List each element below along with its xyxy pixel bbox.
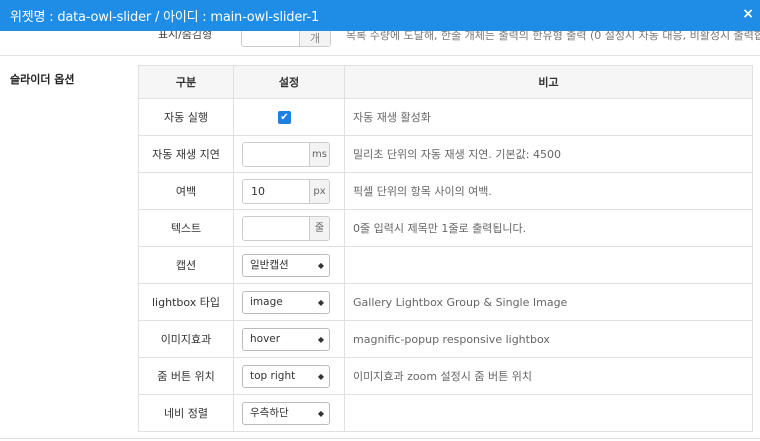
slider-options-table: 구분 설정 비고 자동 실행 ✔ 자동 재생 활성화 자동 재생 지연 ms 밀…: [138, 65, 753, 432]
table-row: 줌 버튼 위치 top right ◆ 이미지효과 zoom 설정시 줌 버튼 …: [138, 357, 753, 395]
row-note: 픽셀 단위의 항목 사이의 여백.: [344, 172, 753, 210]
table-row: 캡션 일반캡션 ◆: [138, 246, 753, 284]
row-setting: px: [233, 172, 345, 210]
caption-select[interactable]: 일반캡션 ◆: [242, 253, 330, 277]
row-label: 네비 정렬: [138, 394, 234, 432]
row-note: 이미지효과 zoom 설정시 줌 버튼 위치: [344, 357, 753, 395]
dialog-titlebar: 위젯명 : data-owl-slider / 아이디 : main-owl-s…: [0, 0, 760, 31]
row-note: [344, 394, 753, 432]
row-label: 줌 버튼 위치: [138, 357, 234, 395]
section-label: 슬라이더 옵션: [10, 73, 75, 86]
previous-setting-row: 표시/숨김형 개 목록 수량에 도달해, 한줄 개체는 출력의 한유형 출력 (…: [0, 31, 760, 56]
row-setting: 우측하단 ◆: [233, 394, 345, 432]
row-setting: 일반캡션 ◆: [233, 246, 345, 284]
row-setting: image ◆: [233, 283, 345, 321]
widget-settings-panel: 표시/숨김형 개 목록 수량에 도달해, 한줄 개체는 출력의 한유형 출력 (…: [0, 0, 760, 441]
nav-align-select[interactable]: 우측하단 ◆: [242, 401, 330, 425]
zoom-button-position-select[interactable]: top right ◆: [242, 364, 330, 388]
unit-label: px: [309, 179, 329, 203]
select-arrow-icon: ◆: [317, 260, 324, 270]
table-row: 텍스트 줄 0줄 입력시 제목만 1줄로 출력됩니다.: [138, 209, 753, 247]
previous-row-label: 표시/숨김형: [157, 31, 213, 41]
text-lines-input[interactable]: [243, 216, 309, 240]
margin-field: px: [242, 178, 330, 204]
select-arrow-icon: ◆: [317, 297, 324, 307]
row-setting: 줄: [233, 209, 345, 247]
row-setting: ✔: [233, 98, 345, 136]
row-label: 텍스트: [138, 209, 234, 247]
select-value: image: [250, 295, 283, 308]
select-value: 일반캡션: [250, 258, 289, 271]
previous-row-input[interactable]: 개: [241, 31, 331, 47]
autoplay-delay-field: ms: [242, 141, 330, 167]
row-setting: top right ◆: [233, 357, 345, 395]
row-setting: hover ◆: [233, 320, 345, 358]
table-header-row: 구분 설정 비고: [138, 65, 753, 99]
header-setting: 설정: [233, 65, 345, 99]
row-note: 자동 재생 활성화: [344, 98, 753, 136]
lightbox-type-select[interactable]: image ◆: [242, 290, 330, 314]
row-note: 밀리초 단위의 자동 재생 지연. 기본값: 4500: [344, 135, 753, 173]
row-note: 0줄 입력시 제목만 1줄로 출력됩니다.: [344, 209, 753, 247]
table-row: lightbox 타입 image ◆ Gallery Lightbox Gro…: [138, 283, 753, 321]
autoplay-delay-input[interactable]: [243, 142, 309, 166]
select-value: top right: [250, 369, 296, 382]
unit-label: 줄: [309, 216, 329, 240]
select-value: hover: [250, 332, 281, 345]
text-lines-field: 줄: [242, 215, 330, 241]
table-row: 네비 정렬 우측하단 ◆: [138, 394, 753, 432]
autoplay-checkbox[interactable]: ✔: [278, 110, 291, 124]
check-icon: ✔: [280, 111, 289, 123]
select-arrow-icon: ◆: [317, 334, 324, 344]
previous-row-note: 목록 수량에 도달해, 한줄 개체는 출력의 한유형 출력 (0 설정시 자동 …: [346, 31, 760, 42]
close-icon[interactable]: ×: [742, 6, 754, 22]
margin-input[interactable]: [243, 179, 309, 203]
header-note: 비고: [344, 65, 753, 99]
row-note: Gallery Lightbox Group & Single Image: [344, 283, 753, 321]
select-arrow-icon: ◆: [317, 371, 324, 381]
bottom-divider: [0, 438, 760, 439]
row-label: 캡션: [138, 246, 234, 284]
previous-row-unit: 개: [299, 31, 330, 46]
image-effect-select[interactable]: hover ◆: [242, 327, 330, 351]
row-label: 이미지효과: [138, 320, 234, 358]
row-label: 여백: [138, 172, 234, 210]
row-label: 자동 실행: [138, 98, 234, 136]
unit-label: ms: [309, 142, 329, 166]
select-arrow-icon: ◆: [317, 408, 324, 418]
row-note: [344, 246, 753, 284]
table-row: 이미지효과 hover ◆ magnific-popup responsive …: [138, 320, 753, 358]
header-category: 구분: [138, 65, 234, 99]
select-value: 우측하단: [250, 406, 289, 419]
table-row: 여백 px 픽셀 단위의 항목 사이의 여백.: [138, 172, 753, 210]
dialog-title: 위젯명 : data-owl-slider / 아이디 : main-owl-s…: [10, 10, 320, 25]
table-row: 자동 실행 ✔ 자동 재생 활성화: [138, 98, 753, 136]
row-setting: ms: [233, 135, 345, 173]
row-label: lightbox 타입: [138, 283, 234, 321]
row-note: magnific-popup responsive lightbox: [344, 320, 753, 358]
row-label: 자동 재생 지연: [138, 135, 234, 173]
table-row: 자동 재생 지연 ms 밀리초 단위의 자동 재생 지연. 기본값: 4500: [138, 135, 753, 173]
